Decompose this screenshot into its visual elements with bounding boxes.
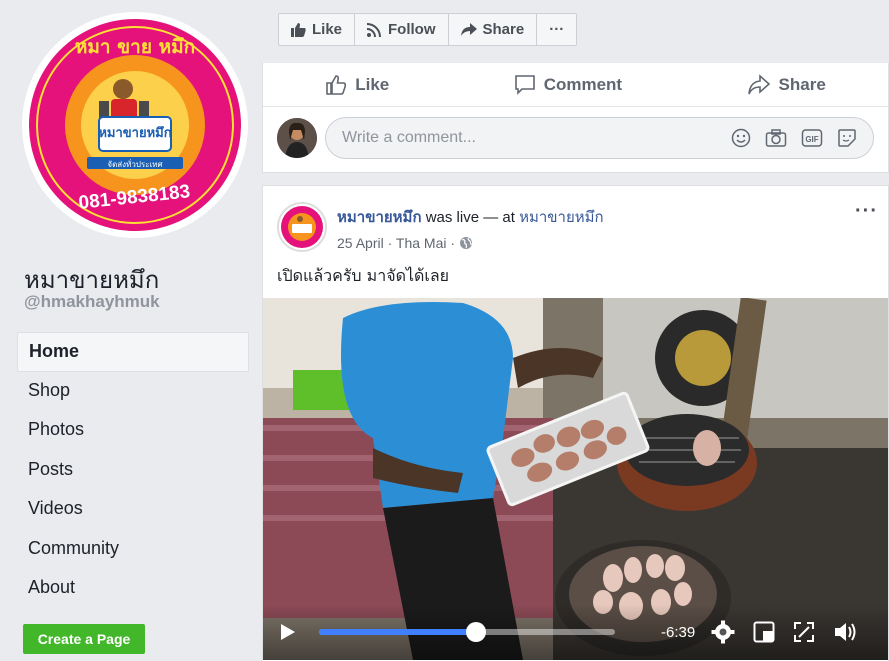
- page-more-button[interactable]: ···: [537, 14, 576, 45]
- camera-icon[interactable]: [765, 128, 787, 148]
- post-like-button[interactable]: Like: [325, 74, 389, 96]
- logo-top-text: หมา ขาย หมึก: [75, 36, 195, 58]
- post-share-button[interactable]: Share: [747, 73, 826, 96]
- logo-center-text: หมาขายหมึก: [98, 125, 171, 141]
- thumbs-up-icon: [291, 22, 306, 37]
- nav-item-videos[interactable]: Videos: [17, 490, 249, 530]
- rss-icon: [367, 23, 382, 37]
- video-progress-fill: [319, 629, 476, 635]
- meta-separator-2: ·: [446, 235, 459, 251]
- video-time-remaining: -6:39: [661, 623, 696, 641]
- page-follow-button[interactable]: Follow: [355, 14, 449, 45]
- nav-item-community[interactable]: Community: [17, 530, 249, 570]
- play-icon[interactable]: [277, 622, 297, 642]
- post-place[interactable]: Tha Mai: [396, 235, 447, 251]
- page-profile-picture[interactable]: หมาขายหมึก จัดส่งทั่วประเทศ หมา ขาย หมึก…: [22, 12, 248, 238]
- live-video-player[interactable]: -6:39: [263, 298, 888, 660]
- globe-icon: [459, 237, 472, 249]
- page-share-button[interactable]: Share: [449, 14, 538, 45]
- video-controls: -6:39: [263, 604, 888, 660]
- nav-item-posts[interactable]: Posts: [17, 451, 249, 491]
- comment-placeholder: Write a comment...: [342, 129, 476, 146]
- volume-icon[interactable]: [833, 620, 859, 644]
- more-dots-icon: ···: [549, 21, 565, 38]
- gear-icon[interactable]: [711, 620, 735, 644]
- post-comment-button[interactable]: Comment: [514, 74, 622, 96]
- nav-item-home[interactable]: Home: [17, 332, 249, 372]
- nav-item-shop[interactable]: Shop: [17, 372, 249, 412]
- page-share-label: Share: [482, 21, 525, 38]
- nav-item-photos[interactable]: Photos: [17, 411, 249, 451]
- meta-separator: ·: [383, 235, 396, 251]
- page-logo: หมาขายหมึก จัดส่งทั่วประเทศ หมา ขาย หมึก…: [29, 19, 241, 231]
- post-meta: หมาขายหมึก was live — at หมาขายหมึก 25 A…: [337, 202, 604, 252]
- gif-icon[interactable]: GIF: [801, 128, 823, 148]
- page-like-label: Like: [312, 21, 343, 38]
- comment-tools: GIF: [731, 128, 857, 148]
- page-follow-label: Follow: [388, 21, 436, 38]
- live-post: หมาขายหมึก was live — at หมาขายหมึก 25 A…: [262, 185, 889, 661]
- post-date[interactable]: 25 April: [337, 235, 384, 251]
- picture-in-picture-icon[interactable]: [753, 621, 775, 643]
- post-like-label: Like: [355, 74, 390, 94]
- post-location-link[interactable]: หมาขายหมึก: [519, 208, 604, 226]
- video-tools: [711, 620, 859, 644]
- post-text: เปิดแล้วครับ มาจัดได้เลย: [277, 266, 450, 285]
- emoji-icon[interactable]: [731, 128, 751, 148]
- thumbs-up-outline-icon: [326, 74, 347, 95]
- share-arrow-icon: [460, 23, 477, 36]
- viewer-avatar[interactable]: [277, 118, 317, 158]
- sticker-icon[interactable]: [837, 128, 857, 148]
- comment-composer: Write a comment... GIF: [263, 107, 888, 169]
- post-author-avatar[interactable]: [277, 202, 327, 252]
- page-like-button[interactable]: Like: [279, 14, 356, 45]
- post-header: หมาขายหมึก was live — at หมาขายหมึก 25 A…: [263, 186, 888, 252]
- video-progress-bar[interactable]: [319, 622, 615, 642]
- post-options-button[interactable]: ···: [855, 200, 878, 223]
- previous-post-footer: Like Comment Share Write a comment... GI…: [262, 63, 889, 173]
- comment-input[interactable]: Write a comment... GIF: [325, 117, 874, 159]
- page-handle[interactable]: @hmakhayhmuk: [24, 292, 160, 312]
- svg-text:GIF: GIF: [805, 135, 818, 144]
- video-scrub-handle[interactable]: [465, 622, 486, 642]
- logo-ribbon-text: จัดส่งทั่วประเทศ: [107, 158, 162, 169]
- page-nav: Home Shop Photos Posts Videos Community …: [17, 332, 249, 609]
- page-logo-small-icon: [281, 206, 323, 248]
- post-author-link[interactable]: หมาขายหมึก: [337, 208, 422, 226]
- post-reaction-bar: Like Comment Share: [263, 63, 888, 107]
- post-share-label: Share: [778, 74, 826, 94]
- page-actions-bar: Like Follow Share ···: [278, 13, 578, 46]
- share-outline-icon: [747, 73, 770, 94]
- user-photo-icon: [277, 118, 317, 158]
- nav-item-about[interactable]: About: [17, 569, 249, 609]
- post-comment-label: Comment: [543, 74, 623, 94]
- fullscreen-icon[interactable]: [793, 621, 815, 643]
- comment-bubble-icon: [514, 74, 535, 95]
- create-page-button[interactable]: Create a Page: [23, 624, 145, 654]
- page-sidebar: หมาขายหมึก จัดส่งทั่วประเทศ หมา ขาย หมึก…: [0, 0, 262, 661]
- post-action-text: was live — at: [421, 209, 520, 226]
